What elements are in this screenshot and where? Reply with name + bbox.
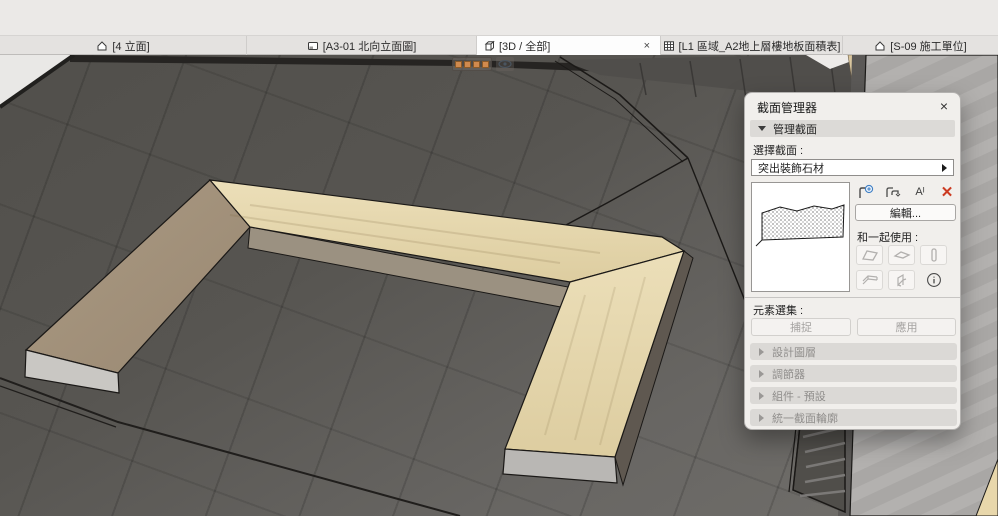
tab-label: [4 立面] bbox=[112, 40, 150, 53]
beam-icon[interactable] bbox=[856, 270, 883, 290]
chevron-right-icon bbox=[759, 347, 764, 356]
capture-button[interactable]: 捕捉 bbox=[751, 318, 851, 336]
tab-label: [S-09 施工單位] bbox=[890, 40, 967, 53]
window-top-strip bbox=[0, 0, 998, 36]
worksheet-house-icon bbox=[874, 40, 886, 52]
profile-tick bbox=[755, 239, 763, 247]
tab-close-icon[interactable]: × bbox=[640, 40, 654, 52]
new-profile-icon[interactable] bbox=[855, 183, 877, 201]
select-section-label: 選擇截面 : bbox=[753, 145, 804, 157]
panel-close-icon[interactable]: × bbox=[936, 96, 952, 116]
panel-title: 截面管理器 bbox=[757, 101, 818, 115]
eye-icon[interactable] bbox=[496, 57, 514, 71]
tab-label: [A3-01 北向立面圖] bbox=[322, 40, 417, 53]
apply-button[interactable]: 應用 bbox=[857, 318, 956, 336]
chevron-right-icon bbox=[759, 413, 764, 422]
profile-dropdown[interactable]: 突出裝飾石材 bbox=[751, 159, 954, 176]
duplicate-profile-icon[interactable] bbox=[882, 183, 904, 201]
selection-mini-toolbar[interactable] bbox=[452, 57, 492, 71]
tab-layout-a3-01[interactable]: [A3-01 北向立面圖] bbox=[247, 36, 477, 55]
profile-preview bbox=[751, 182, 850, 292]
slab-icon[interactable] bbox=[888, 245, 915, 265]
chevron-right-icon bbox=[759, 369, 764, 378]
view-tab-bar: [4 立面] [A3-01 北向立面圖] [3D / 全部] × [L1 區域_… bbox=[0, 36, 998, 55]
section-modifiers[interactable]: 調節器 bbox=[750, 365, 957, 382]
front-curb-line-2 bbox=[0, 385, 117, 428]
wall-icon[interactable] bbox=[856, 245, 883, 265]
column-icon[interactable] bbox=[920, 245, 947, 265]
hotspot-dot[interactable] bbox=[455, 60, 462, 68]
profile-drawing bbox=[761, 204, 845, 241]
hotspot-dot[interactable] bbox=[473, 60, 480, 68]
delete-profile-icon[interactable]: ✕ bbox=[936, 183, 958, 201]
layout-sheet-icon bbox=[307, 40, 319, 52]
schedule-grid-icon bbox=[663, 40, 675, 52]
front-curb-line bbox=[0, 377, 461, 516]
curb-line-b bbox=[565, 157, 689, 226]
tab-label: [L1 區域_A2地上層樓地板面積表] bbox=[678, 40, 841, 53]
element-selection-label: 元素選集 : bbox=[753, 305, 804, 317]
bench-left-arm-top[interactable] bbox=[24, 179, 251, 374]
profile-tool-row: Aᴵ ✕ bbox=[855, 183, 958, 201]
chevron-right-icon bbox=[759, 391, 764, 400]
manage-section-header[interactable]: 管理截面 bbox=[750, 120, 955, 137]
section-manager-panel: 截面管理器 × 管理截面 選擇截面 : 突出裝飾石材 Aᴵ ✕ 編輯... 和一… bbox=[744, 92, 961, 430]
hotspot-dot[interactable] bbox=[482, 60, 489, 68]
tab-schedule-l1[interactable]: [L1 區域_A2地上層樓地板面積表] bbox=[661, 36, 843, 55]
use-with-grid bbox=[856, 245, 956, 295]
manage-section-label: 管理截面 bbox=[773, 123, 817, 136]
tab-label: [3D / 全部] bbox=[499, 40, 551, 53]
edit-button[interactable]: 編輯... bbox=[855, 204, 956, 221]
info-icon[interactable] bbox=[920, 270, 947, 290]
rename-profile-icon[interactable]: Aᴵ bbox=[909, 183, 931, 201]
section-unified-profile[interactable]: 統一截面輪廓 bbox=[750, 409, 957, 426]
section-design-layers[interactable]: 設計圖層 bbox=[750, 343, 957, 360]
use-with-label: 和一起使用 : bbox=[857, 232, 919, 244]
hotspot-dot[interactable] bbox=[464, 60, 471, 68]
3d-box-icon bbox=[483, 40, 495, 52]
tab-worksheet-s09[interactable]: [S-09 施工單位] bbox=[843, 36, 998, 55]
section-components-default[interactable]: 組件 - 預設 bbox=[750, 387, 957, 404]
profile-dropdown-value: 突出裝飾石材 bbox=[758, 162, 824, 175]
tab-elevation-4[interactable]: [4 立面] bbox=[0, 36, 247, 55]
chevron-down-icon bbox=[758, 126, 766, 131]
morph-icon[interactable] bbox=[888, 270, 915, 290]
panel-divider bbox=[745, 297, 960, 298]
elevation-house-icon bbox=[96, 40, 108, 52]
tab-3d-all[interactable]: [3D / 全部] × bbox=[477, 36, 661, 55]
chevron-right-icon bbox=[942, 163, 947, 172]
